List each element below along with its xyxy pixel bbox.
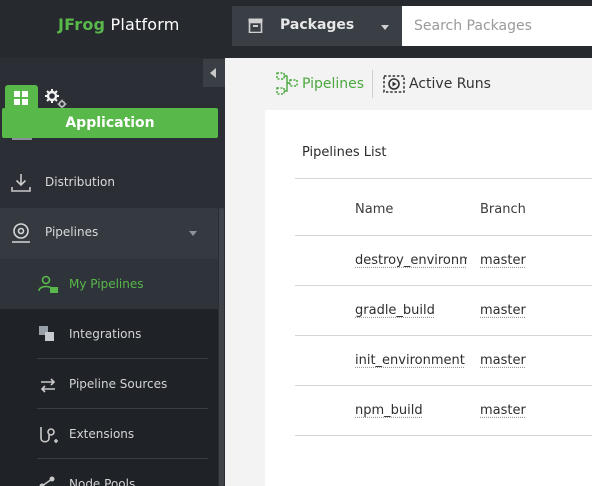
pipeline-branch-cell[interactable]: master <box>480 353 540 368</box>
tab-label: Active Runs <box>409 76 491 92</box>
sidebar-item-distribution[interactable]: Distribution <box>0 158 218 208</box>
sidebar-item-label: Distribution <box>45 175 116 189</box>
integrations-icon <box>39 326 54 341</box>
tab-active-runs[interactable]: Active Runs <box>383 72 493 98</box>
table-row-divider <box>295 385 592 386</box>
sidebar-item-label: Pipelines <box>45 225 99 239</box>
sidebar-subitem-pipeline-sources[interactable]: Pipeline Sources <box>0 359 218 409</box>
tab-divider <box>372 70 373 98</box>
packages-dropdown[interactable]: Packages <box>232 6 402 46</box>
chevron-left-icon <box>210 68 216 78</box>
packages-label: Packages <box>280 17 355 33</box>
gears-icon <box>45 89 67 109</box>
pipeline-name-cell[interactable]: destroy_environment <box>355 253 467 268</box>
node-pools-icon <box>39 476 55 486</box>
logo-product: Platform <box>110 15 180 34</box>
scrollbar-thumb[interactable] <box>219 208 224 486</box>
active-runs-icon <box>383 75 405 93</box>
application-tooltip: Application <box>2 108 218 138</box>
table-row-divider <box>295 335 592 336</box>
column-header-name[interactable]: Name <box>355 202 393 217</box>
tab-label: Pipelines <box>302 76 365 92</box>
sidebar-scrollbar[interactable] <box>218 198 225 486</box>
sidebar-subitem-my-pipelines[interactable]: My Pipelines <box>0 259 218 309</box>
pipeline-sources-icon <box>40 378 56 393</box>
sidebar: Application Distribution Pipelines My Pi… <box>0 58 225 486</box>
my-pipelines-icon <box>38 275 58 293</box>
logo-brand: JFrog <box>58 15 106 34</box>
packages-icon <box>248 18 263 33</box>
sidebar-subitem-label: Pipeline Sources <box>69 377 168 391</box>
pipeline-branch-cell[interactable]: master <box>480 253 540 268</box>
sidebar-subitem-node-pools[interactable]: Node Pools <box>0 459 218 486</box>
sidebar-subitem-extensions[interactable]: Extensions <box>0 409 218 459</box>
column-header-branch[interactable]: Branch <box>480 202 526 217</box>
pipeline-branch-cell[interactable]: master <box>480 303 540 318</box>
grid-icon <box>14 91 28 105</box>
pipelines-tab-icon <box>276 72 298 95</box>
sidebar-subitem-label: My Pipelines <box>69 277 144 291</box>
pipeline-branch-cell[interactable]: master <box>480 403 540 418</box>
jfrog-platform-logo[interactable]: JFrog Platform <box>58 15 180 34</box>
pipeline-name-cell[interactable]: gradle_build <box>355 303 467 318</box>
sidebar-subitem-label: Extensions <box>69 427 135 441</box>
pipelines-submenu: My Pipelines Integrations Pipeline Sourc… <box>0 259 218 486</box>
chevron-down-icon <box>189 231 197 236</box>
pipelines-icon <box>12 223 30 243</box>
extensions-icon <box>40 427 58 443</box>
chevron-down-icon <box>381 25 389 30</box>
sidebar-subitem-label: Node Pools <box>69 477 136 486</box>
collapse-sidebar-button[interactable] <box>203 59 225 87</box>
table-row-divider <box>295 435 592 436</box>
pipeline-name-cell[interactable]: init_environment <box>355 353 467 368</box>
divider <box>295 235 592 236</box>
administration-module-button[interactable] <box>44 88 70 110</box>
search-packages-input[interactable] <box>402 6 592 46</box>
main-content: Pipelines Active Runs Pipelines List Nam… <box>225 58 592 486</box>
top-bar: JFrog Platform Packages <box>0 0 592 58</box>
tab-bar: Pipelines Active Runs <box>225 58 592 108</box>
divider <box>295 178 592 179</box>
tab-pipelines[interactable]: Pipelines <box>276 72 368 98</box>
table-row-divider <box>295 285 592 286</box>
sidebar-subitem-label: Integrations <box>69 327 142 341</box>
pipelines-list-title: Pipelines List <box>302 145 387 160</box>
download-icon <box>11 174 31 192</box>
sidebar-subitem-integrations[interactable]: Integrations <box>0 309 218 359</box>
hidden-nav-item-icon <box>12 138 32 142</box>
pipeline-name-cell[interactable]: npm_build <box>355 403 467 418</box>
pipelines-list-card: Pipelines List Name Branch destroy_envir… <box>265 110 592 486</box>
sidebar-item-pipelines[interactable]: Pipelines <box>0 208 218 259</box>
